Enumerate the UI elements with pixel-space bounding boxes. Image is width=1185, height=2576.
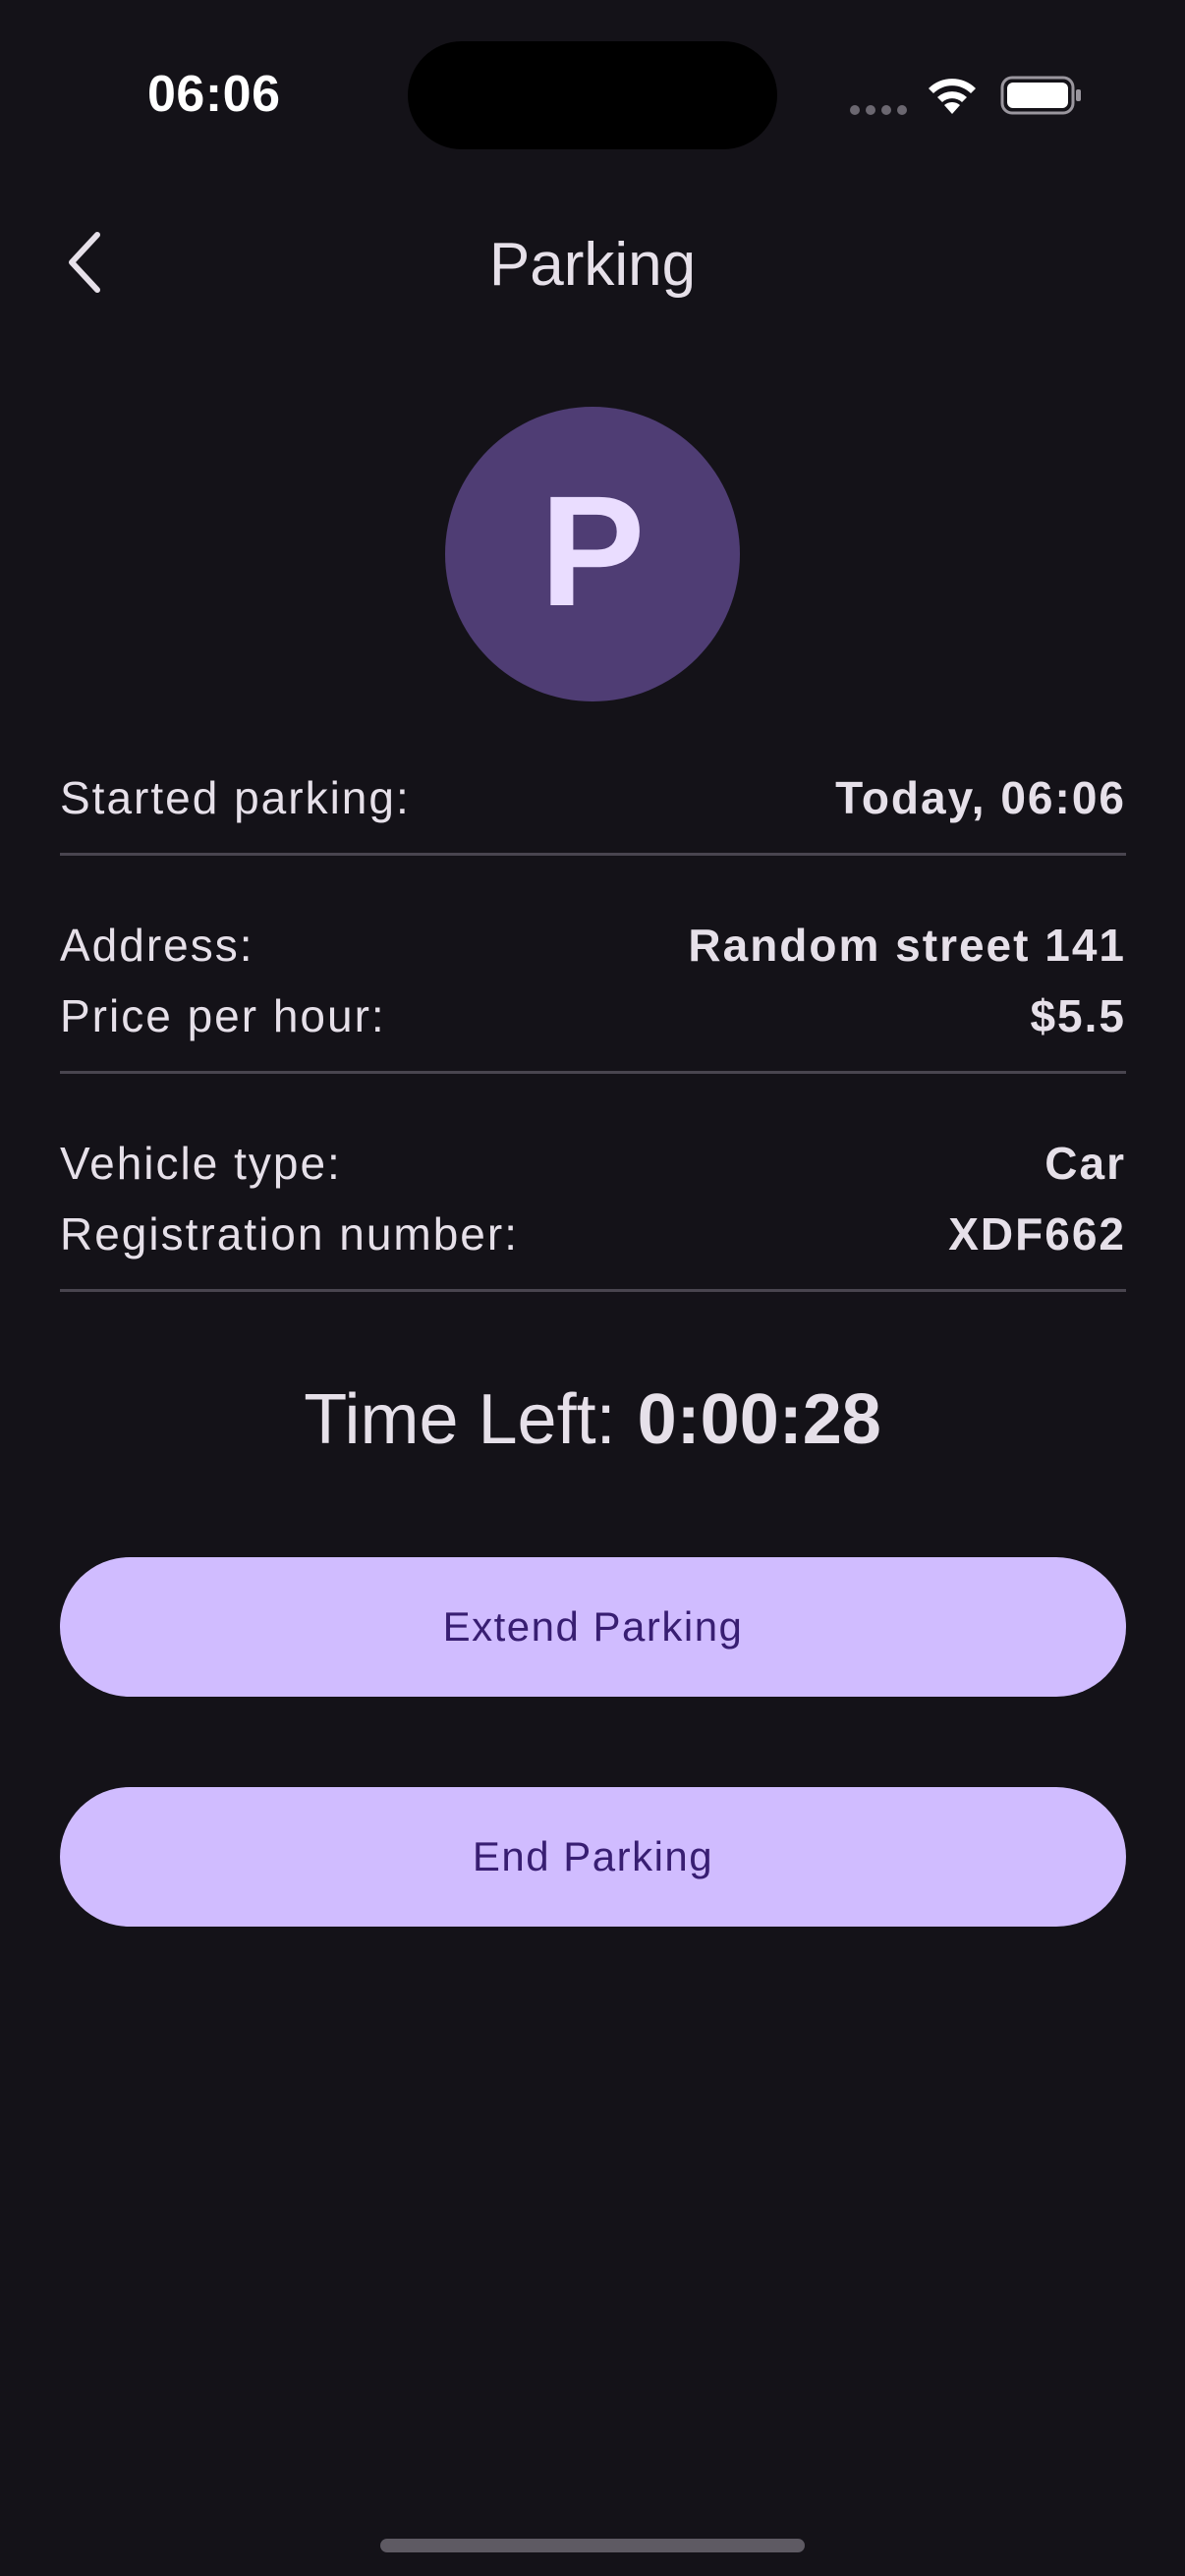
time-left-value: 0:00:28 <box>637 1380 881 1459</box>
started-value: Today, 06:06 <box>835 772 1126 823</box>
price-value: $5.5 <box>1030 990 1126 1041</box>
end-parking-label: End Parking <box>472 1833 714 1879</box>
home-indicator[interactable] <box>380 2539 805 2552</box>
battery-icon <box>1000 76 1081 115</box>
time-left: Time Left: 0:00:28 <box>0 1375 1185 1464</box>
divider <box>60 1071 1126 1074</box>
registration-value: XDF662 <box>948 1208 1126 1260</box>
time-left-label: Time Left: <box>304 1380 616 1459</box>
vehicle-type-value: Car <box>1044 1138 1126 1189</box>
started-section: Started parking: Today, 06:06 <box>60 762 1126 833</box>
registration-label: Registration number: <box>60 1208 519 1260</box>
vehicle-type-label: Vehicle type: <box>60 1138 342 1189</box>
location-section: Address: Random street 141 Price per hou… <box>60 910 1126 1051</box>
address-row: Address: Random street 141 <box>60 910 1126 980</box>
dynamic-island <box>408 41 777 149</box>
divider <box>60 1289 1126 1292</box>
status-time: 06:06 <box>147 66 281 123</box>
extend-parking-button[interactable]: Extend Parking <box>60 1557 1126 1697</box>
extend-parking-label: Extend Parking <box>442 1603 744 1650</box>
parking-avatar: P <box>445 407 740 701</box>
price-row: Price per hour: $5.5 <box>60 980 1126 1051</box>
vehicle-section: Vehicle type: Car Registration number: X… <box>60 1128 1126 1269</box>
end-parking-button[interactable]: End Parking <box>60 1787 1126 1927</box>
started-label: Started parking: <box>60 772 411 823</box>
started-row: Started parking: Today, 06:06 <box>60 762 1126 833</box>
signal-icon <box>850 105 907 115</box>
price-label: Price per hour: <box>60 990 386 1041</box>
vehicle-type-row: Vehicle type: Car <box>60 1128 1126 1199</box>
address-label: Address: <box>60 920 254 971</box>
status-bar: 06:06 <box>0 0 1185 187</box>
registration-row: Registration number: XDF662 <box>60 1199 1126 1269</box>
address-value: Random street 141 <box>688 920 1126 971</box>
divider <box>60 853 1126 856</box>
page-title: Parking <box>488 231 697 299</box>
avatar-letter: P <box>539 463 646 639</box>
wifi-icon <box>929 79 976 114</box>
